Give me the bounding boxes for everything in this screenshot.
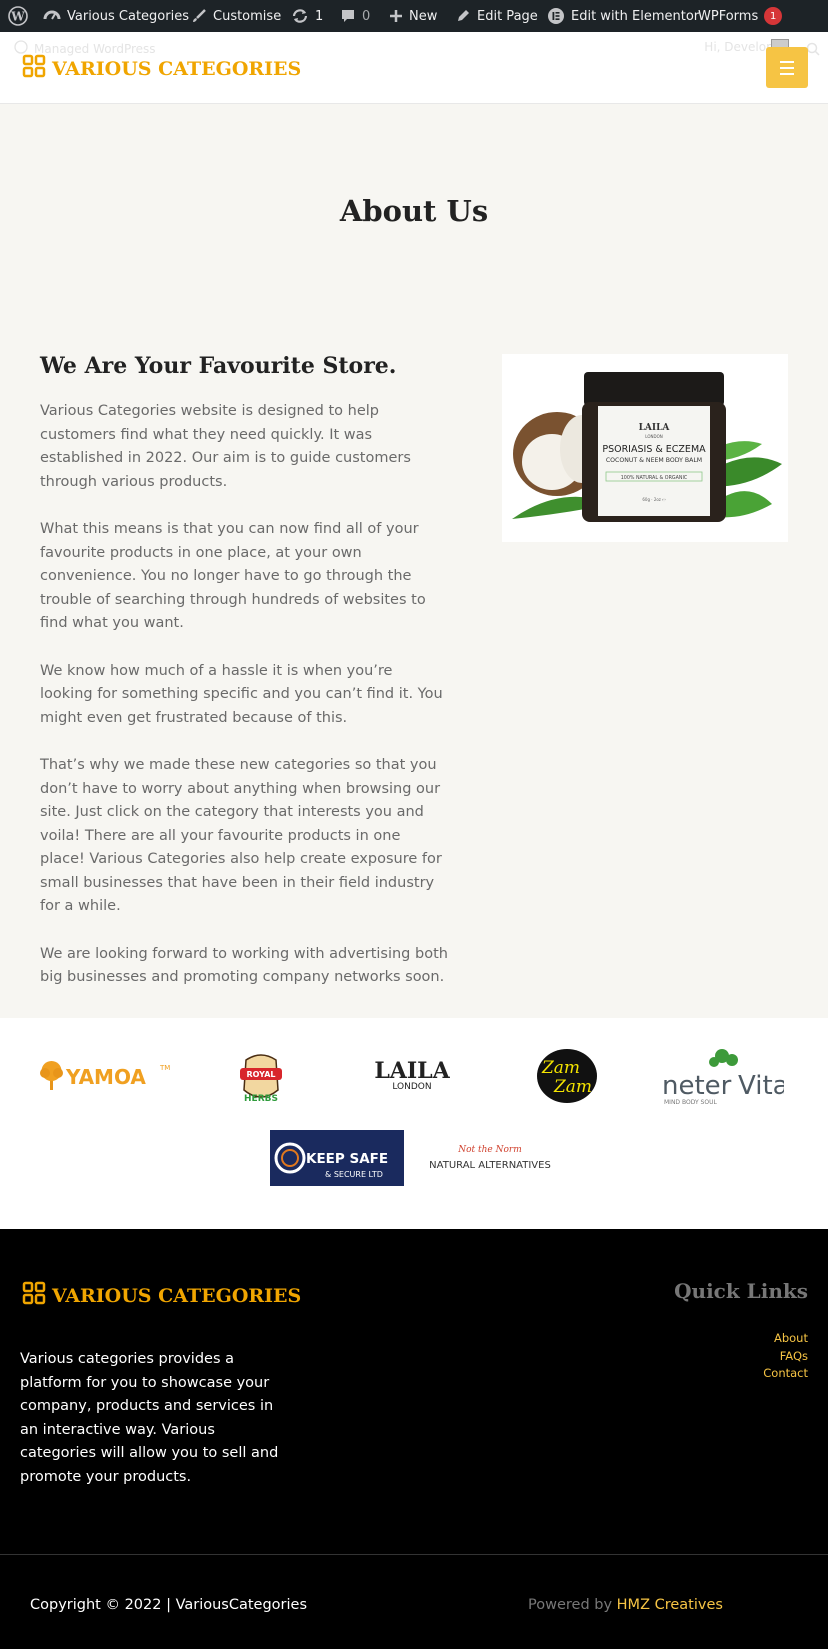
paragraph: We know how much of a hassle it is when … <box>40 662 443 726</box>
admin-customise[interactable]: Customise <box>191 0 281 32</box>
brand-natural-alternatives-logo[interactable]: Not the Norm NATURAL ALTERNATIVES <box>420 1138 560 1178</box>
admin-updates[interactable]: 1 <box>291 0 323 32</box>
page-content: About Us We Are Your Favourite Store. Va… <box>0 104 828 1018</box>
brand-keep-safe-logo[interactable]: KEEP SAFE & SECURE LTD <box>270 1130 404 1186</box>
menu-toggle-button[interactable] <box>766 47 808 88</box>
svg-text:NATURAL ALTERNATIVES: NATURAL ALTERNATIVES <box>429 1160 551 1171</box>
quick-links: About FAQs Contact <box>763 1330 808 1383</box>
footer-link-faqs[interactable]: FAQs <box>763 1348 808 1366</box>
svg-text:PSORIASIS & ECZEMA: PSORIASIS & ECZEMA <box>602 444 706 455</box>
svg-text:YAMOA: YAMOA <box>65 1065 146 1089</box>
admin-comments[interactable]: 0 <box>340 0 370 32</box>
about-text: Various Categories website is designed t… <box>40 400 448 1014</box>
powered-by: Powered by HMZ Creatives <box>528 1597 723 1613</box>
brush-icon <box>191 8 207 24</box>
svg-text:LONDON: LONDON <box>392 1082 431 1092</box>
updates-icon <box>291 7 309 25</box>
svg-text:100% NATURAL & ORGANIC: 100% NATURAL & ORGANIC <box>621 475 688 481</box>
brand-yamoa-logo[interactable]: YAMOA TM <box>38 1054 174 1098</box>
svg-text:& SECURE LTD: & SECURE LTD <box>325 1170 383 1179</box>
plus-icon <box>389 9 403 23</box>
site-logo[interactable]: VARIOUS CATEGORIES <box>22 54 301 83</box>
footer-link-about[interactable]: About <box>763 1330 808 1348</box>
footer-divider <box>0 1554 828 1555</box>
svg-text:60g · 2oz ℮: 60g · 2oz ℮ <box>642 497 665 502</box>
elementor-icon <box>547 7 565 25</box>
brand-royal-herbs-logo[interactable]: ROYAL HERBS <box>236 1046 286 1106</box>
svg-text:Zam: Zam <box>553 1077 592 1097</box>
paragraph: Various Categories website is designed t… <box>40 403 411 490</box>
paragraph: We are looking forward to working with a… <box>40 945 448 986</box>
wordpress-logo-icon[interactable]: W <box>8 0 28 32</box>
brand-neter-vital-logo[interactable]: neter Vital MIND BODY SOUL <box>660 1046 784 1108</box>
hamburger-icon <box>780 60 794 63</box>
search-icon[interactable] <box>806 41 820 60</box>
section-heading: We Are Your Favourite Store. <box>40 353 397 379</box>
svg-text:TM: TM <box>159 1064 170 1072</box>
paragraph: That’s why we made these new categories … <box>40 757 442 914</box>
product-image: LAILA LONDON PSORIASIS & ECZEMA COCONUT … <box>502 354 788 542</box>
brand-laila-london-logo[interactable]: LAILA LONDON <box>362 1058 462 1094</box>
admin-bar: W Various Categories Customise 1 0 New E… <box>0 0 828 32</box>
admin-wpforms[interactable]: WPForms 1 <box>698 0 783 32</box>
svg-text:HERBS: HERBS <box>244 1094 278 1104</box>
site-footer: VARIOUS CATEGORIES Various categories pr… <box>0 1229 828 1649</box>
admin-elementor[interactable]: Edit with Elementor <box>547 0 699 32</box>
comment-icon <box>340 8 356 24</box>
powered-by-link[interactable]: HMZ Creatives <box>617 1597 723 1613</box>
svg-text:W: W <box>10 10 25 24</box>
admin-site-name[interactable]: Various Categories <box>43 0 189 32</box>
wpforms-badge: 1 <box>764 7 783 25</box>
footer-logo[interactable]: VARIOUS CATEGORIES <box>22 1281 301 1310</box>
admin-new[interactable]: New <box>389 0 437 32</box>
svg-text:LAILA: LAILA <box>374 1058 450 1084</box>
svg-text:MIND BODY SOUL: MIND BODY SOUL <box>664 1099 717 1106</box>
footer-link-contact[interactable]: Contact <box>763 1365 808 1383</box>
page-title: About Us <box>339 194 489 228</box>
svg-text:Zam: Zam <box>541 1058 580 1078</box>
svg-text:KEEP SAFE: KEEP SAFE <box>306 1151 388 1167</box>
brand-zamzam-logo[interactable]: Zam Zam <box>535 1047 599 1105</box>
svg-text:COCONUT & NEEM BODY BALM: COCONUT & NEEM BODY BALM <box>606 457 702 464</box>
grid-logo-icon <box>22 1281 46 1310</box>
svg-text:LAILA: LAILA <box>639 423 671 433</box>
grid-logo-icon <box>22 54 46 83</box>
svg-text:LONDON: LONDON <box>645 434 662 439</box>
pencil-icon <box>455 8 471 24</box>
svg-text:Vital: Vital <box>738 1071 784 1101</box>
dashboard-icon <box>43 7 61 25</box>
site-header: Managed WordPress Hi, Developer VARIOUS … <box>0 32 828 104</box>
footer-description: Various categories provides a platform f… <box>20 1351 279 1485</box>
svg-text:neter: neter <box>662 1071 732 1101</box>
svg-text:Not the Norm: Not the Norm <box>457 1145 522 1155</box>
admin-edit-page[interactable]: Edit Page <box>455 0 538 32</box>
brand-logos: YAMOA TM ROYAL HERBS LAILA LONDON Zam Za… <box>0 1018 828 1229</box>
paragraph: What this means is that you can now find… <box>40 521 426 631</box>
svg-text:ROYAL: ROYAL <box>247 1070 276 1079</box>
copyright: Copyright © 2022 | VariousCategories <box>30 1597 308 1613</box>
quick-links-title: Quick Links <box>674 1279 808 1303</box>
